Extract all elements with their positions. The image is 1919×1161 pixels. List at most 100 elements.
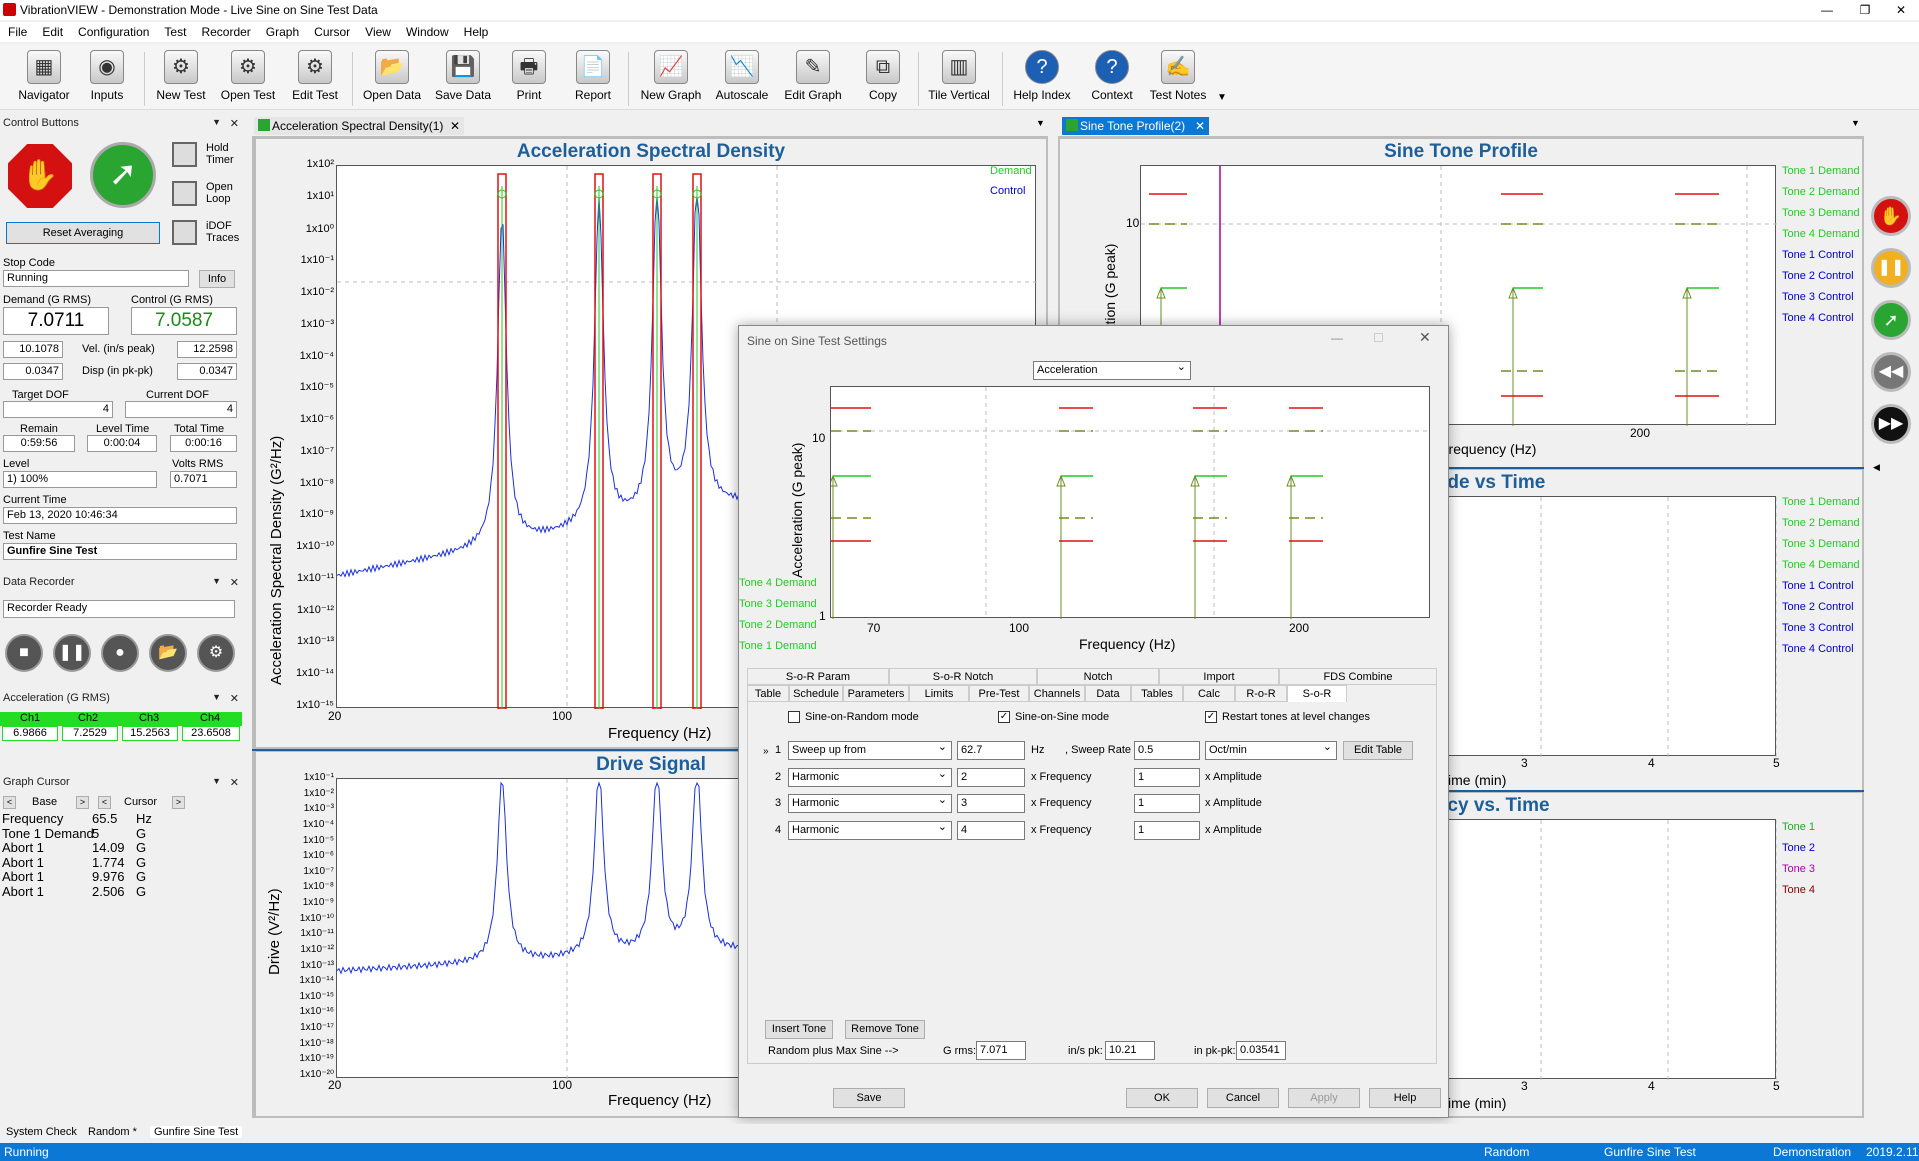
run-button[interactable]: ➚ (90, 142, 156, 208)
dialog-tab-top[interactable]: S-o-R Param (747, 668, 889, 685)
asd-ytick: 1x10⁻¹³ (297, 635, 334, 648)
cursor-prev-button[interactable]: < (98, 796, 111, 809)
minimize-button[interactable]: — (1812, 2, 1842, 18)
dialog-tab-top[interactable]: FDS Combine (1279, 668, 1437, 685)
dialog-minimize-icon[interactable]: — (1331, 331, 1343, 345)
close-button[interactable]: ✕ (1886, 2, 1916, 18)
recorder-stop-button[interactable]: ■ (5, 634, 43, 672)
report-button[interactable]: 📄 Report (568, 50, 618, 102)
save-data-button[interactable]: 💾 Save Data (434, 50, 492, 102)
edit-test-button[interactable]: ⚙ Edit Test (286, 50, 344, 102)
recorder-record-button[interactable]: ● (101, 634, 139, 672)
tab-random[interactable]: Random * (88, 1126, 137, 1138)
tone-value-input[interactable]: 4 (957, 820, 1025, 840)
remove-tone-button[interactable]: Remove Tone (845, 1020, 925, 1039)
stp-xtick-200: 200 (1630, 426, 1651, 440)
restore-button[interactable]: ❐ (1850, 2, 1880, 18)
tone-value-input[interactable]: 62.7 (957, 741, 1025, 760)
tone-amplitude-input[interactable]: 1 (1134, 794, 1200, 813)
inputs-button[interactable]: ◉ Inputs (82, 50, 132, 102)
menu-graph[interactable]: Graph (258, 22, 306, 39)
menu-recorder[interactable]: Recorder (193, 22, 257, 39)
tone-type-select[interactable]: Harmonic (788, 820, 952, 840)
sweep-unit-select[interactable]: Oct/min (1205, 740, 1337, 760)
info-button[interactable]: Info (199, 270, 235, 288)
tone-value-input[interactable]: 3 (957, 794, 1025, 813)
tone-type-select[interactable]: Harmonic (788, 767, 952, 787)
help-index-button[interactable]: ? Help Index (1011, 50, 1073, 102)
restart-tones-checkbox[interactable]: ✓ (1205, 711, 1217, 723)
level-time-value: 0:00:04 (87, 435, 157, 452)
edit-table-button[interactable]: Edit Table (1343, 741, 1413, 760)
menu-cursor[interactable]: Cursor (306, 22, 357, 39)
print-button[interactable]: 🖶 Print (506, 50, 552, 102)
tone-amplitude-input[interactable]: 1 (1134, 767, 1200, 787)
sweep-rate-input[interactable]: 0.5 (1134, 741, 1200, 760)
cursor-next-button[interactable]: > (172, 796, 185, 809)
tone-amplitude-input[interactable]: 1 (1134, 820, 1200, 840)
tab-sine-tone-profile[interactable]: Sine Tone Profile(2) ✕ (1062, 117, 1209, 135)
ch3-label: Ch3 (139, 712, 160, 724)
dialog-maximize-icon[interactable]: ☐ (1373, 331, 1384, 345)
sine-on-sine-checkbox[interactable]: ✓ (998, 711, 1010, 723)
tile-vertical-button[interactable]: ▥ Tile Vertical (926, 50, 992, 102)
side-run-button[interactable]: ➚ (1871, 300, 1911, 340)
reset-averaging-button[interactable]: Reset Averaging (6, 222, 160, 244)
open-data-button[interactable]: 📂 Open Data (361, 50, 423, 102)
dialog-close-icon[interactable]: ✕ (1419, 329, 1431, 346)
menu-window[interactable]: Window (398, 22, 456, 39)
open-test-button[interactable]: ⚙ Open Test (218, 50, 278, 102)
insert-tone-button[interactable]: Insert Tone (765, 1020, 833, 1039)
side-previous-button[interactable]: ◀◀ (1871, 352, 1911, 392)
recorder-open-button[interactable]: 📂 (149, 634, 187, 672)
open-loop-checkbox[interactable] (172, 181, 197, 206)
idof-checkbox[interactable] (172, 220, 197, 245)
context-button[interactable]: ? Context (1085, 50, 1139, 102)
side-stop-button[interactable]: ✋ (1871, 196, 1911, 236)
dialog-plot[interactable] (828, 386, 1431, 619)
menu-help[interactable]: Help (456, 22, 496, 39)
new-test-button[interactable]: ⚙ New Test (153, 50, 209, 102)
tab-list-dropdown-icon[interactable]: ▼ (1851, 118, 1860, 128)
edit-graph-button[interactable]: ✎ Edit Graph (780, 50, 846, 102)
tab-gunfire-sine-test[interactable]: Gunfire Sine Test (150, 1126, 243, 1138)
menu-configuration[interactable]: Configuration (70, 22, 156, 39)
menu-test[interactable]: Test (156, 22, 193, 39)
autoscale-button[interactable]: 📉 Autoscale (714, 50, 770, 102)
dialog-tab-top[interactable]: Notch (1037, 668, 1159, 685)
tone-type-select[interactable]: Harmonic (788, 793, 952, 813)
side-collapse-icon[interactable]: ◀ (1873, 462, 1880, 473)
tab-list-dropdown-icon[interactable]: ▼ (1036, 118, 1045, 128)
new-graph-button[interactable]: 📈 New Graph (638, 50, 704, 102)
help-button[interactable]: Help (1369, 1088, 1441, 1108)
side-pause-button[interactable]: ❚❚ (1871, 248, 1911, 288)
side-next-button[interactable]: ▶▶ (1871, 404, 1911, 444)
sine-on-random-checkbox[interactable] (788, 711, 800, 723)
copy-button[interactable]: ⧉ Copy (862, 50, 904, 102)
cancel-button[interactable]: Cancel (1207, 1088, 1279, 1108)
tone-type-select[interactable]: Sweep up from (788, 740, 952, 760)
graph-mode-select[interactable]: Acceleration (1033, 360, 1191, 380)
cursor-row-label: Abort 1 (2, 854, 44, 870)
navigator-button[interactable]: ▦ Navigator (13, 50, 75, 102)
toolbar-overflow-icon[interactable]: ▼ (1217, 92, 1227, 103)
apply-button[interactable]: Apply (1288, 1088, 1360, 1108)
volts-label: Volts RMS (172, 458, 224, 470)
tone-value-input[interactable]: 2 (957, 767, 1025, 787)
recorder-pause-button[interactable]: ❚❚ (53, 634, 91, 672)
base-prev-button[interactable]: < (3, 796, 16, 809)
tab-system-check[interactable]: System Check (6, 1126, 77, 1138)
hold-timer-checkbox[interactable] (172, 142, 197, 167)
tab-asd[interactable]: Acceleration Spectral Density(1) ✕ (254, 117, 464, 135)
menu-view[interactable]: View (357, 22, 398, 39)
save-button[interactable]: Save (833, 1088, 905, 1108)
recorder-settings-button[interactable]: ⚙ (197, 634, 235, 672)
test-notes-button[interactable]: ✍ Test Notes (1148, 50, 1208, 102)
dialog-tab-top[interactable]: S-o-R Notch (889, 668, 1037, 685)
menu-edit[interactable]: Edit (34, 22, 70, 39)
ok-button[interactable]: OK (1126, 1088, 1198, 1108)
dialog-tab-top[interactable]: Import (1159, 668, 1279, 685)
stop-button[interactable]: ✋ (8, 144, 72, 208)
menu-file[interactable]: File (0, 22, 34, 39)
base-next-button[interactable]: > (76, 796, 89, 809)
